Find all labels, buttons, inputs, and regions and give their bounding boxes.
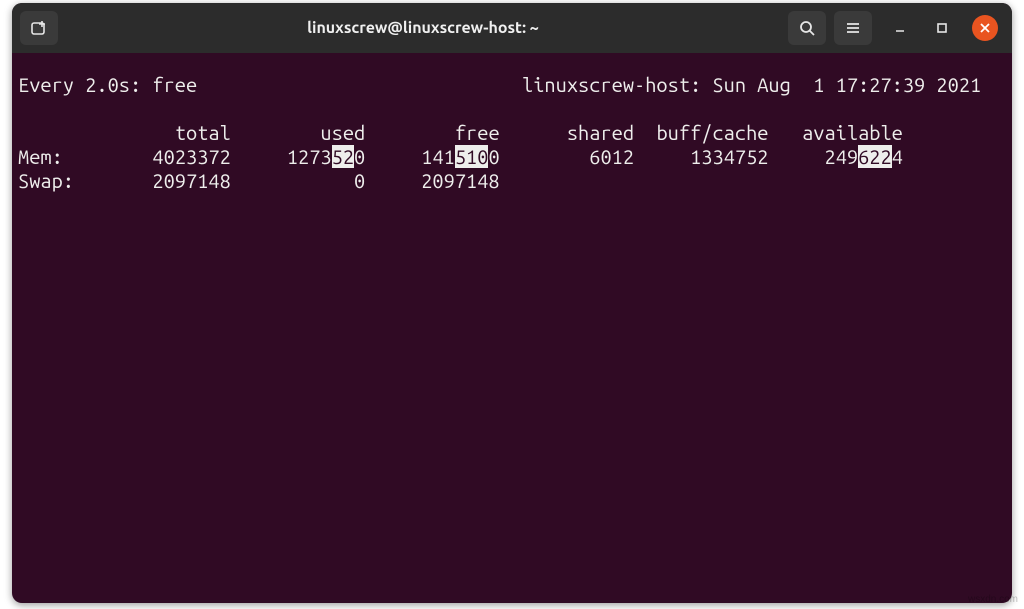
mem-used-post: 0 [354,145,365,168]
header-available: available [802,121,903,144]
swap-used: 0 [354,169,365,192]
watch-interval: Every 2.0s: [18,73,141,96]
mem-label: Mem: [18,145,63,168]
menu-button[interactable] [834,11,872,45]
mem-avail-post: 4 [892,145,903,168]
search-button[interactable] [788,11,826,45]
minimize-icon [894,22,906,34]
swap-label: Swap: [18,169,74,192]
terminal-output[interactable]: Every 2.0s: free linuxscrew-host: Sun Au… [12,53,1012,199]
header-buffcache: buff/cache [656,121,768,144]
watermark: wsxdn.com [968,594,1018,605]
mem-total: 4023372 [152,145,230,168]
header-shared: shared [567,121,634,144]
mem-avail-hl: 622 [858,145,892,168]
window-title: linuxscrew@linuxscrew-host: ~ [66,19,780,37]
close-icon [979,22,991,34]
mem-used-hl: 52 [332,145,354,168]
window-controls [888,15,998,41]
search-icon [798,19,816,37]
mem-buffcache: 1334752 [690,145,768,168]
mem-free-pre: 141 [421,145,455,168]
header-total: total [175,121,231,144]
close-button[interactable] [972,15,998,41]
terminal-window: linuxscrew@linuxscrew-host: ~ [12,3,1012,603]
mem-avail-pre: 249 [825,145,859,168]
header-free: free [455,121,500,144]
new-tab-icon [30,19,48,37]
header-used: used [320,121,365,144]
swap-total: 2097148 [152,169,230,192]
new-tab-button[interactable] [20,11,58,45]
titlebar: linuxscrew@linuxscrew-host: ~ [12,3,1012,53]
swap-free: 2097148 [421,169,499,192]
watch-command: free [152,73,197,96]
mem-free-hl: 510 [455,145,489,168]
maximize-button[interactable] [930,16,954,40]
mem-used-pre: 1273 [287,145,332,168]
mem-free-post: 0 [488,145,499,168]
maximize-icon [936,22,948,34]
minimize-button[interactable] [888,16,912,40]
hamburger-icon [844,19,862,37]
watch-hostinfo: linuxscrew-host: Sun Aug 1 17:27:39 2021 [522,73,981,96]
mem-shared: 6012 [589,145,634,168]
